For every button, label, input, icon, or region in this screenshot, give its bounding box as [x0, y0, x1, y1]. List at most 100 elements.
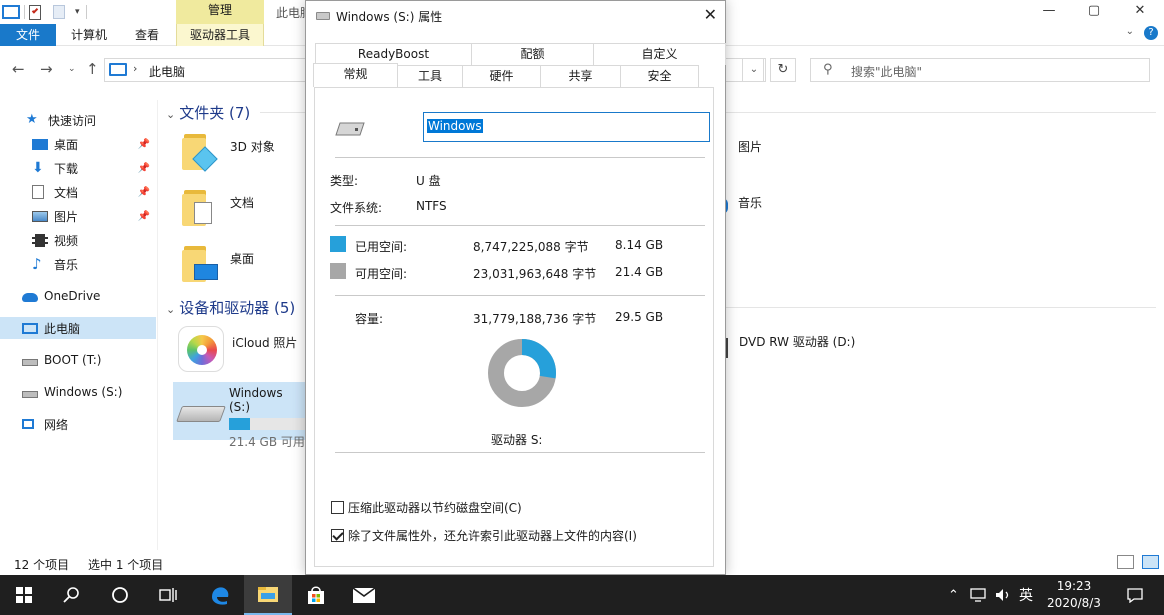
pin-icon[interactable]: 📌 — [138, 139, 150, 150]
tab-tools[interactable]: 工具 — [397, 65, 463, 87]
back-arrow-icon[interactable]: ← — [12, 60, 25, 78]
large-icons-view-icon[interactable] — [1142, 555, 1159, 569]
recent-locations-icon[interactable]: ⌄ — [68, 64, 76, 74]
network-status-icon[interactable] — [970, 575, 988, 615]
device-tile-windows-drive[interactable]: Windows (S:) 21.4 GB 可用 — [173, 382, 305, 449]
minimize-button[interactable]: — — [1026, 0, 1072, 24]
ribbon-expand-icon[interactable]: ⌄ — [1126, 26, 1134, 37]
tab-readyboost[interactable]: ReadyBoost — [315, 43, 472, 65]
breadcrumb[interactable]: 此电脑 — [149, 63, 185, 80]
index-contents-checkbox[interactable]: 除了文件属性外，还允许索引此驱动器上文件的内容(I) — [331, 527, 637, 544]
device-tile-dvd-drive[interactable]: DVD RW 驱动器 (D:) — [722, 330, 856, 380]
manage-context-tab[interactable]: 管理 — [176, 0, 264, 24]
free-space-label: 可用空间: — [355, 267, 408, 281]
refresh-icon[interactable]: ↻ — [770, 58, 796, 82]
free-space-text: 21.4 GB 可用 — [229, 435, 305, 449]
folder-tile-documents[interactable]: 文档 — [180, 186, 254, 236]
pin-icon[interactable]: 📌 — [138, 187, 150, 198]
task-view-icon[interactable] — [144, 575, 192, 615]
taskbar-clock[interactable]: 19:23 2020/8/3 — [1038, 578, 1110, 612]
tab-drive-tools[interactable]: 驱动器工具 — [176, 24, 264, 46]
sidebar-item-this-pc[interactable]: 此电脑 — [0, 317, 156, 339]
checkbox-box[interactable] — [331, 501, 344, 514]
pin-icon[interactable]: 📌 — [138, 163, 150, 174]
chevron-down-icon[interactable]: ⌄ — [166, 303, 175, 316]
up-arrow-icon[interactable]: ↑ — [86, 60, 99, 78]
ime-indicator[interactable]: 英 — [1019, 575, 1033, 615]
filesystem-label: 文件系统: — [330, 201, 383, 215]
sidebar-item-label: 此电脑 — [44, 321, 81, 336]
folder-icon — [180, 186, 216, 226]
breadcrumb-chevron-icon[interactable]: › — [133, 62, 137, 75]
divider — [335, 157, 705, 158]
details-view-icon[interactable] — [1117, 555, 1134, 569]
search-input[interactable]: ⚲ 搜索"此电脑" — [810, 58, 1150, 82]
edge-icon[interactable] — [196, 575, 244, 615]
group-title: 文件夹 (7) — [179, 104, 251, 122]
tile-label: DVD RW 驱动器 (D:) — [739, 335, 856, 349]
sidebar-item-quick-access[interactable]: ★ 快速访问 — [0, 109, 156, 131]
address-dropdown-icon[interactable]: ⌄ — [742, 58, 766, 82]
volume-icon[interactable] — [994, 575, 1012, 615]
folder-tile-3d-objects[interactable]: 3D 对象 — [180, 130, 275, 180]
tab-security[interactable]: 安全 — [620, 65, 699, 87]
new-folder-icon[interactable] — [53, 5, 65, 19]
pane-divider[interactable] — [157, 100, 158, 550]
devices-group-header[interactable]: ⌄ 设备和驱动器 (5) — [166, 297, 295, 318]
tab-customize[interactable]: 自定义 — [593, 43, 726, 65]
forward-arrow-icon[interactable]: → — [40, 60, 53, 78]
properties-icon[interactable] — [29, 4, 41, 20]
compress-drive-checkbox[interactable]: 压缩此驱动器以节约磁盘空间(C) — [331, 499, 522, 516]
divider — [260, 112, 305, 113]
pin-icon[interactable]: 📌 — [138, 211, 150, 222]
usage-bar-fill — [229, 418, 250, 430]
sidebar-item-network[interactable]: 网络 — [0, 413, 156, 435]
show-hidden-icons-icon[interactable]: ⌃ — [948, 575, 959, 615]
taskbar: ⌃ 英 19:23 2020/8/3 — [0, 575, 1164, 615]
tab-general[interactable]: 常规 — [313, 63, 398, 87]
sidebar-item-boot-drive[interactable]: BOOT (T:) — [0, 349, 156, 371]
store-icon[interactable] — [292, 575, 340, 615]
sidebar-item-windows-drive[interactable]: Windows (S:) — [0, 381, 156, 403]
sidebar-item-onedrive[interactable]: OneDrive — [0, 285, 156, 307]
tab-sharing[interactable]: 共享 — [540, 65, 621, 87]
search-icon[interactable] — [48, 575, 96, 615]
notification-center-icon[interactable] — [1126, 575, 1144, 615]
sidebar-item-documents[interactable]: 文档 📌 — [0, 181, 156, 203]
tab-computer[interactable]: 计算机 — [62, 24, 116, 46]
selection-count: 选中 1 个项目 — [88, 558, 164, 572]
tab-hardware[interactable]: 硬件 — [462, 65, 541, 87]
tab-file[interactable]: 文件 — [0, 24, 56, 46]
folder-tile-desktop[interactable]: 桌面 — [180, 242, 254, 292]
folder-tile-music[interactable]: 音乐 — [722, 186, 762, 236]
checkbox-box[interactable] — [331, 529, 344, 542]
close-button[interactable]: ✕ — [1117, 0, 1163, 24]
sidebar-item-pictures[interactable]: 图片 📌 — [0, 205, 156, 227]
windows-start-icon[interactable] — [0, 575, 48, 615]
type-label: 类型: — [330, 174, 359, 188]
tile-label: iCloud 照片 — [232, 336, 298, 350]
device-tile-icloud-photos[interactable]: iCloud 照片 — [178, 326, 297, 376]
drive-name-input[interactable]: Windows — [423, 112, 710, 142]
file-explorer-icon[interactable] — [244, 575, 292, 615]
tile-label: Windows (S:) — [229, 386, 283, 414]
network-icon — [22, 419, 34, 429]
sidebar-item-downloads[interactable]: ⬇ 下载 📌 — [0, 157, 156, 179]
folders-group-header[interactable]: ⌄ 文件夹 (7) — [166, 102, 250, 123]
sidebar-item-videos[interactable]: 视频 — [0, 229, 156, 251]
mail-icon[interactable] — [340, 575, 388, 615]
tab-quota[interactable]: 配额 — [471, 43, 594, 65]
group-title: 设备和驱动器 (5) — [179, 299, 296, 317]
sidebar-item-desktop[interactable]: 桌面 📌 — [0, 133, 156, 155]
folder-tile-pictures[interactable]: 图片 — [724, 130, 762, 180]
checkbox-label: 压缩此驱动器以节约磁盘空间(C) — [348, 501, 522, 515]
maximize-button[interactable]: ▢ — [1071, 0, 1117, 24]
cortana-icon[interactable] — [96, 575, 144, 615]
qat-dropdown-icon[interactable]: ▾ — [75, 7, 80, 17]
dialog-close-button[interactable]: ✕ — [704, 5, 717, 24]
help-icon[interactable]: ? — [1144, 26, 1158, 40]
sidebar-item-music[interactable]: ♪ 音乐 — [0, 253, 156, 275]
tab-view[interactable]: 查看 — [124, 24, 170, 46]
chevron-down-icon[interactable]: ⌄ — [166, 108, 175, 121]
dialog-titlebar[interactable]: Windows (S:) 属性 ✕ — [306, 1, 725, 31]
